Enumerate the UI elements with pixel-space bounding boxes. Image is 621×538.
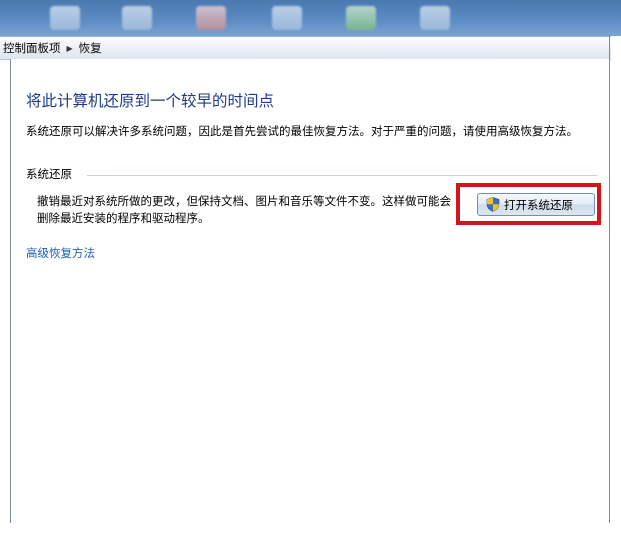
desktop-file-icon [420, 6, 450, 30]
desktop-file-icon [50, 6, 80, 30]
system-restore-heading: 系统还原 [26, 167, 72, 181]
advanced-recovery-link[interactable]: 高级恢复方法 [26, 245, 95, 261]
open-system-restore-label: 打开系统还原 [504, 197, 573, 212]
window-frame-right [609, 36, 610, 523]
desktop-file-icon [122, 6, 152, 30]
section-divider [87, 175, 597, 176]
uac-shield-icon [486, 197, 500, 212]
breadcrumb-recovery[interactable]: 恢复 [76, 40, 105, 56]
breadcrumb-control-panel-items[interactable]: 控制面板项 [0, 40, 64, 56]
open-system-restore-button[interactable]: 打开系统还原 [477, 193, 595, 216]
desktop-file-icon [346, 6, 376, 30]
desktop-file-icon [272, 6, 302, 30]
intro-text: 系统还原可以解决许多系统问题，因此是首先尝试的最佳恢复方法。对于严重的问题，请使… [26, 124, 578, 138]
page-title: 将此计算机还原到一个较早的时间点 [26, 92, 275, 110]
address-bar[interactable]: 控制面板项 ▶ 恢复 [0, 36, 611, 60]
breadcrumb-separator-icon[interactable]: ▶ [64, 44, 76, 53]
desktop-background-strip [0, 0, 621, 36]
desktop-file-icon [196, 6, 226, 30]
system-restore-description: 撤销最近对系统所做的更改，但保持文档、图片和音乐等文件不变。这样做可能会删除最近… [37, 194, 451, 225]
recovery-content-pane: 将此计算机还原到一个较早的时间点 系统还原可以解决许多系统问题，因此是首先尝试的… [11, 59, 609, 523]
